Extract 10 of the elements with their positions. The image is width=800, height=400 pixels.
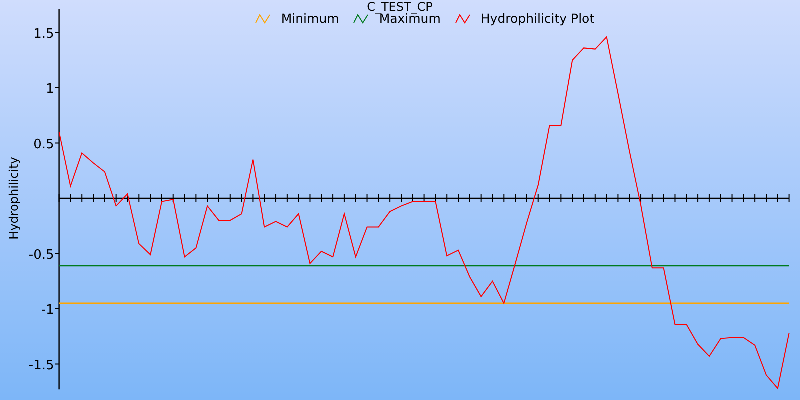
y-tick-label: 1.5 — [34, 26, 54, 42]
y-tick-label: 1 — [46, 82, 54, 97]
chart-title: C_TEST_CP — [367, 0, 433, 14]
legend-label: Hydrophilicity Plot — [480, 11, 595, 26]
y-axis-label: Hydrophilicity — [7, 157, 21, 240]
y-tick-label: 0.5 — [34, 137, 54, 152]
legend-label: Minimum — [281, 11, 340, 26]
y-tick-label: -0.5 — [28, 248, 54, 263]
y-tick-label: -1 — [41, 303, 54, 318]
y-tick-label: -1.5 — [28, 358, 54, 374]
